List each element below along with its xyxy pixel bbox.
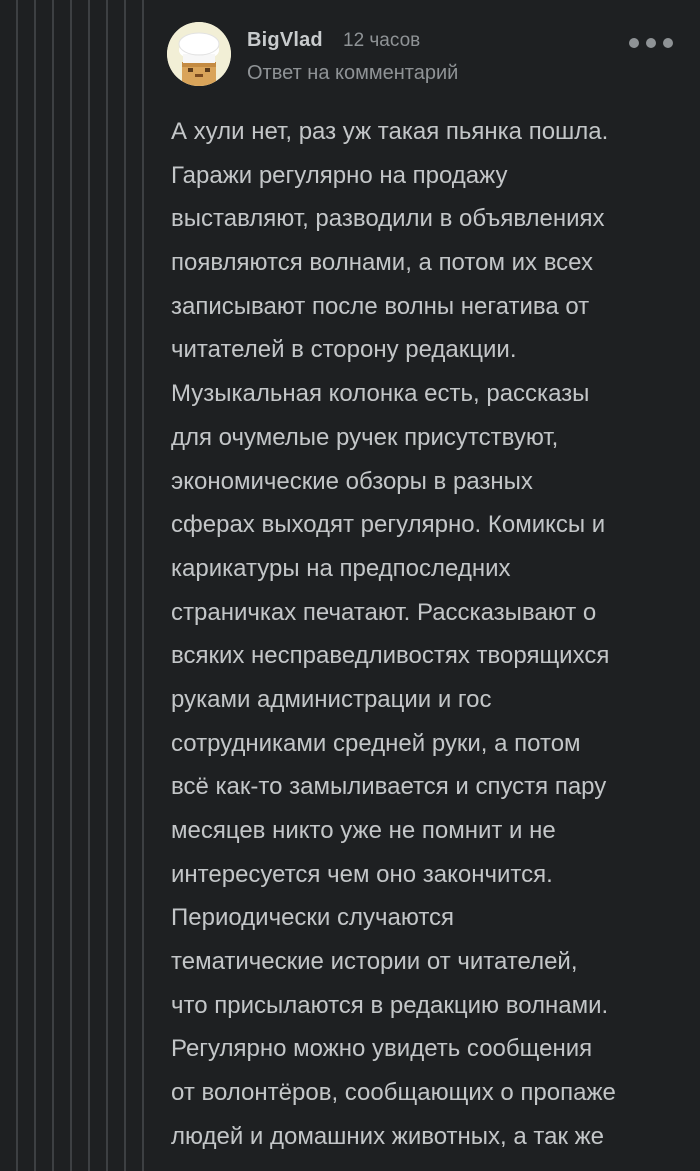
comment-timestamp: 12 часов (343, 30, 421, 51)
comment-line: всяких несправедливостях творящихся (171, 642, 610, 670)
thread-indent-lines (0, 0, 160, 1171)
thread-line-6[interactable] (106, 0, 108, 1171)
comment-line: страничках печатают. Рассказывают о (171, 598, 597, 626)
comment-line: сферах выходят регулярно. Комиксы и (171, 511, 606, 539)
comment-line: что присылаются в редакцию волнами. (171, 991, 609, 1019)
comment-line: Музыкальная колонка есть, рассказы (171, 380, 590, 408)
thread-line-4[interactable] (70, 0, 72, 1171)
thread-line-5[interactable] (88, 0, 90, 1171)
dot (646, 38, 656, 48)
thread-line-3[interactable] (52, 0, 54, 1171)
comment-line: тематические истории от читателей, (171, 948, 578, 976)
comment-line: выставляют, разводили в объявлениях (171, 205, 605, 233)
comment-line: карикатуры на предпоследних (171, 554, 511, 582)
comment: BigVlad 12 часов Ответ на комментарий А … (167, 22, 687, 1150)
comment-line: от волонтёров, сообщающих о пропаже (171, 1079, 616, 1107)
thread-line-1[interactable] (16, 0, 18, 1171)
comment-body: А хули нет, раз уж такая пьянка пошла. Г… (171, 110, 691, 1159)
comment-line: всё как-то замыливается и спустя пару (171, 773, 607, 801)
comment-line: записывают после волны негатива от (171, 292, 590, 320)
comment-line: Гаражи регулярно на продажу (171, 161, 508, 189)
thread-line-7[interactable] (124, 0, 126, 1171)
comment-header: BigVlad 12 часов Ответ на комментарий (167, 22, 687, 90)
comment-line: для очумелые ручек присутствуют, (171, 423, 559, 451)
more-dots-icon[interactable] (629, 32, 673, 54)
comment-line: руками администрации и гос (171, 685, 492, 713)
thread-line-8[interactable] (142, 0, 144, 1171)
comment-line: интересуется чем оно закончится. (171, 860, 553, 888)
comment-line: экономические обзоры в разных (171, 467, 533, 495)
author-name[interactable]: BigVlad (247, 29, 323, 52)
comment-line: появляются волнами, а потом их всех (171, 249, 593, 277)
chef-avatar-icon[interactable] (167, 22, 231, 86)
comment-line: месяцев никто уже не помнит и не (171, 817, 556, 844)
comment-line: читателей в сторону редакции. (171, 336, 517, 364)
dot (629, 38, 639, 48)
dot (663, 38, 673, 48)
comment-line: А хули нет, раз уж такая пьянка пошла. (171, 118, 609, 145)
comment-line: людей и домашних животных, а так же (171, 1122, 605, 1150)
thread-line-2[interactable] (34, 0, 36, 1171)
reply-to-comment-link[interactable]: Ответ на комментарий (247, 62, 458, 85)
comment-line: сотрудниками средней руки, а потом (171, 729, 581, 757)
comment-line: Регулярно можно увидеть сообщения (171, 1035, 593, 1063)
comment-line: Периодически случаются (171, 904, 455, 932)
